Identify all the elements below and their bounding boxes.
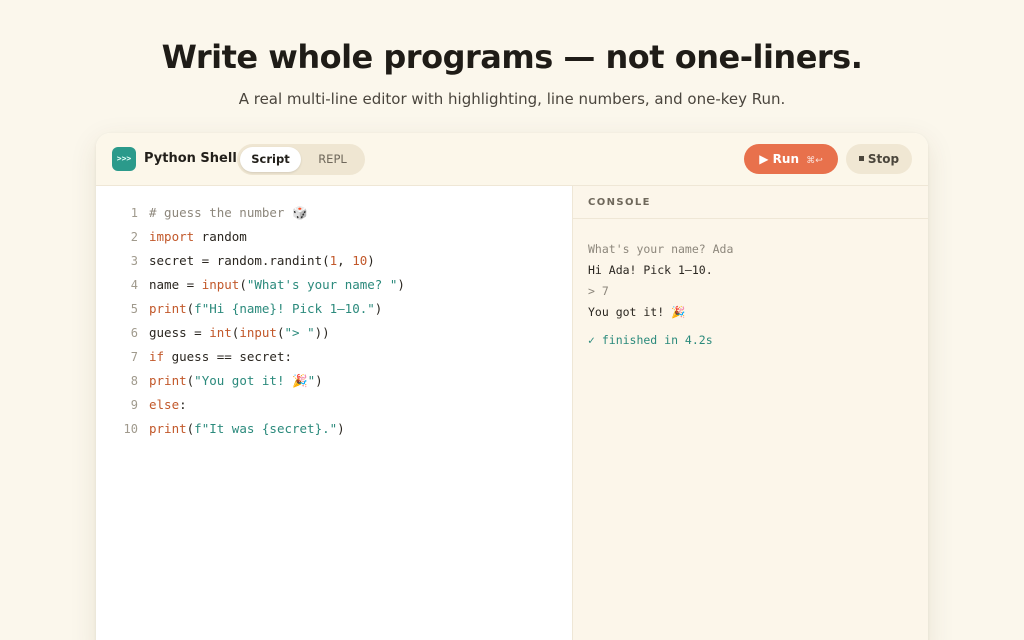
stop-label: Stop xyxy=(867,152,900,166)
console-line: What's your name? Ada xyxy=(588,242,734,256)
code-text: print(f"It was {secret}.") xyxy=(149,421,345,436)
code-line[interactable]: 7 if guess == secret: xyxy=(96,345,572,369)
run-button[interactable]: ▶ Run ⌘↩ xyxy=(744,144,838,174)
hero-subtitle: A real multi-line editor with highlighti… xyxy=(238,90,786,108)
line-number: 4 xyxy=(130,278,138,292)
code-line[interactable]: 9 else: xyxy=(96,393,572,417)
code-text: if guess == secret: xyxy=(149,349,292,364)
hero-title: Write whole programs — not one-liners. xyxy=(161,38,863,76)
code-editor[interactable]: 1 # guess the number 🎲 2 import random 3 secr… xyxy=(96,186,573,640)
code-line[interactable]: 5 print(f"Hi {name}! Pick 1–10.") xyxy=(96,297,572,321)
line-number: 5 xyxy=(130,302,138,316)
python-shell-window: >>> Python Shell Script REPL ▶ Run ⌘↩ St… xyxy=(96,133,928,640)
code-line[interactable]: 6 guess = int(input("> ")) xyxy=(96,321,572,345)
line-number: 7 xyxy=(130,350,138,364)
play-icon: ▶ xyxy=(759,152,769,166)
code-text: guess = int(input("> ")) xyxy=(149,325,330,340)
code-line[interactable]: 10 print(f"It was {secret}.") xyxy=(96,417,572,441)
console-line: > 7 xyxy=(588,284,609,298)
code-line[interactable]: 1 # guess the number 🎲 xyxy=(96,201,572,225)
code-text: else: xyxy=(149,397,187,412)
code-line[interactable]: 8 print("You got it! 🎉") xyxy=(96,369,572,393)
code-text: print("You got it! 🎉") xyxy=(149,373,323,388)
console-line: Hi Ada! Pick 1–10. xyxy=(588,263,713,277)
code-line[interactable]: 3 secret = random.randint(1, 10) xyxy=(96,249,572,273)
console-header: CONSOLE xyxy=(573,186,928,219)
tab-repl[interactable]: REPL xyxy=(303,147,362,172)
console-line: ✓ finished in 4.2s xyxy=(588,333,713,347)
tab-script[interactable]: Script xyxy=(240,147,301,172)
line-number: 1 xyxy=(130,206,138,220)
code-text: # guess the number 🎲 xyxy=(149,205,308,220)
stop-button[interactable]: Stop xyxy=(846,144,912,174)
toolbar: >>> Python Shell Script REPL ▶ Run ⌘↩ St… xyxy=(96,133,928,186)
line-number: 9 xyxy=(130,398,138,412)
code-text: import random xyxy=(149,229,247,244)
stop-icon xyxy=(858,156,864,161)
line-number: 8 xyxy=(130,374,138,388)
line-number: 3 xyxy=(130,254,138,268)
app-name: Python Shell xyxy=(144,151,237,166)
code-text: name = input("What's your name? ") xyxy=(149,277,405,292)
code-line[interactable]: 2 import random xyxy=(96,225,572,249)
code-text: secret = random.randint(1, 10) xyxy=(149,253,375,268)
run-label: Run xyxy=(772,152,799,166)
code-text: print(f"Hi {name}! Pick 1–10.") xyxy=(149,301,383,316)
code-line[interactable]: 4 name = input("What's your name? ") xyxy=(96,273,572,297)
line-number: 6 xyxy=(130,326,138,340)
console-panel: CONSOLE What's your name? Ada Hi Ada! Pic… xyxy=(573,186,928,640)
console-line: You got it! 🎉 xyxy=(588,305,686,319)
mode-toggle: Script REPL xyxy=(237,144,365,175)
python-logo-icon: >>> xyxy=(112,147,136,171)
line-number: 10 xyxy=(123,422,138,436)
run-shortcut: ⌘↩ xyxy=(806,156,823,166)
line-number: 2 xyxy=(130,230,138,244)
